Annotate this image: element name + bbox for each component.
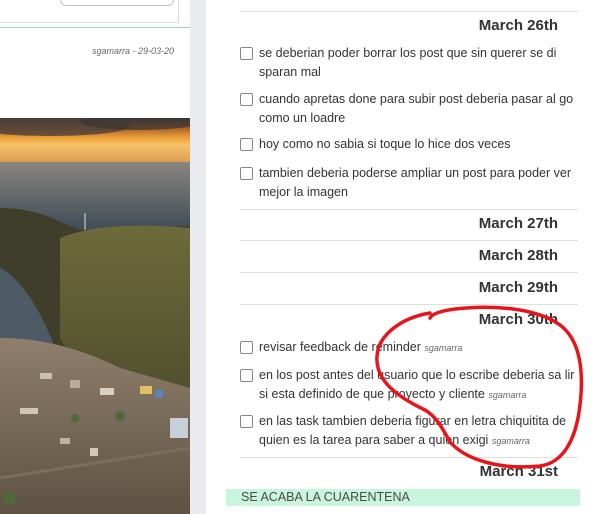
task-text: revisar feedback de reminder sgamarra bbox=[259, 340, 463, 354]
divider bbox=[240, 240, 578, 241]
divider bbox=[240, 11, 578, 12]
task-item: se deberian poder borrar los post que si… bbox=[240, 44, 575, 82]
task-item: revisar feedback de reminder sgamarra bbox=[240, 338, 575, 358]
divider bbox=[240, 457, 578, 458]
divider bbox=[240, 304, 578, 305]
task-text: cuando apretas done para subir post debe… bbox=[259, 92, 574, 125]
feed-post-card: sgamarra - 29-03-20 bbox=[0, 0, 190, 514]
task-item: tambien deberia poderse ampliar un post … bbox=[240, 164, 575, 202]
checkbox-icon[interactable] bbox=[240, 47, 253, 60]
task-text: en los post antes del usuario que lo esc… bbox=[259, 368, 575, 401]
divider bbox=[240, 272, 578, 273]
task-text: tambien deberia poderse ampliar un post … bbox=[259, 166, 571, 199]
tasks-panel: March 26th se deberian poder borrar los … bbox=[206, 0, 600, 514]
task-item: en las task tambien deberia figurar en l… bbox=[240, 412, 575, 451]
task-author: sgamarra bbox=[491, 436, 530, 446]
post-divider bbox=[0, 27, 190, 28]
task-text: en las task tambien deberia figurar en l… bbox=[259, 414, 567, 447]
task-item: en los post antes del usuario que lo esc… bbox=[240, 366, 575, 405]
date-heading: March 28th bbox=[478, 247, 558, 264]
date-heading: March 29th bbox=[478, 279, 558, 296]
task-item: hoy como no sabia si toque lo hice dos v… bbox=[240, 135, 575, 154]
divider bbox=[240, 209, 578, 210]
post-meta: sgamarra - 29-03-20 bbox=[91, 46, 174, 56]
task-text: se deberian poder borrar los post que si… bbox=[259, 46, 557, 79]
checkbox-icon[interactable] bbox=[240, 341, 253, 354]
checkbox-icon[interactable] bbox=[240, 415, 253, 428]
checkbox-icon[interactable] bbox=[240, 93, 253, 106]
previous-post-footer bbox=[0, 0, 179, 23]
announcement-banner: SE ACABA LA CUARENTENA bbox=[226, 489, 580, 506]
date-heading: March 26th bbox=[478, 17, 558, 34]
checkbox-icon[interactable] bbox=[240, 138, 253, 151]
previous-post-button[interactable] bbox=[60, 0, 174, 6]
checkbox-icon[interactable] bbox=[240, 167, 253, 180]
task-author: sgamarra bbox=[424, 343, 463, 353]
date-heading: March 31st bbox=[479, 463, 558, 480]
task-item: cuando apretas done para subir post debe… bbox=[240, 90, 575, 128]
task-author: sgamarra bbox=[488, 390, 527, 400]
task-text: hoy como no sabia si toque lo hice dos v… bbox=[259, 137, 511, 151]
date-heading: March 27th bbox=[478, 215, 558, 232]
date-heading: March 30th bbox=[478, 311, 558, 328]
post-image[interactable] bbox=[0, 118, 190, 514]
checkbox-icon[interactable] bbox=[240, 369, 253, 382]
